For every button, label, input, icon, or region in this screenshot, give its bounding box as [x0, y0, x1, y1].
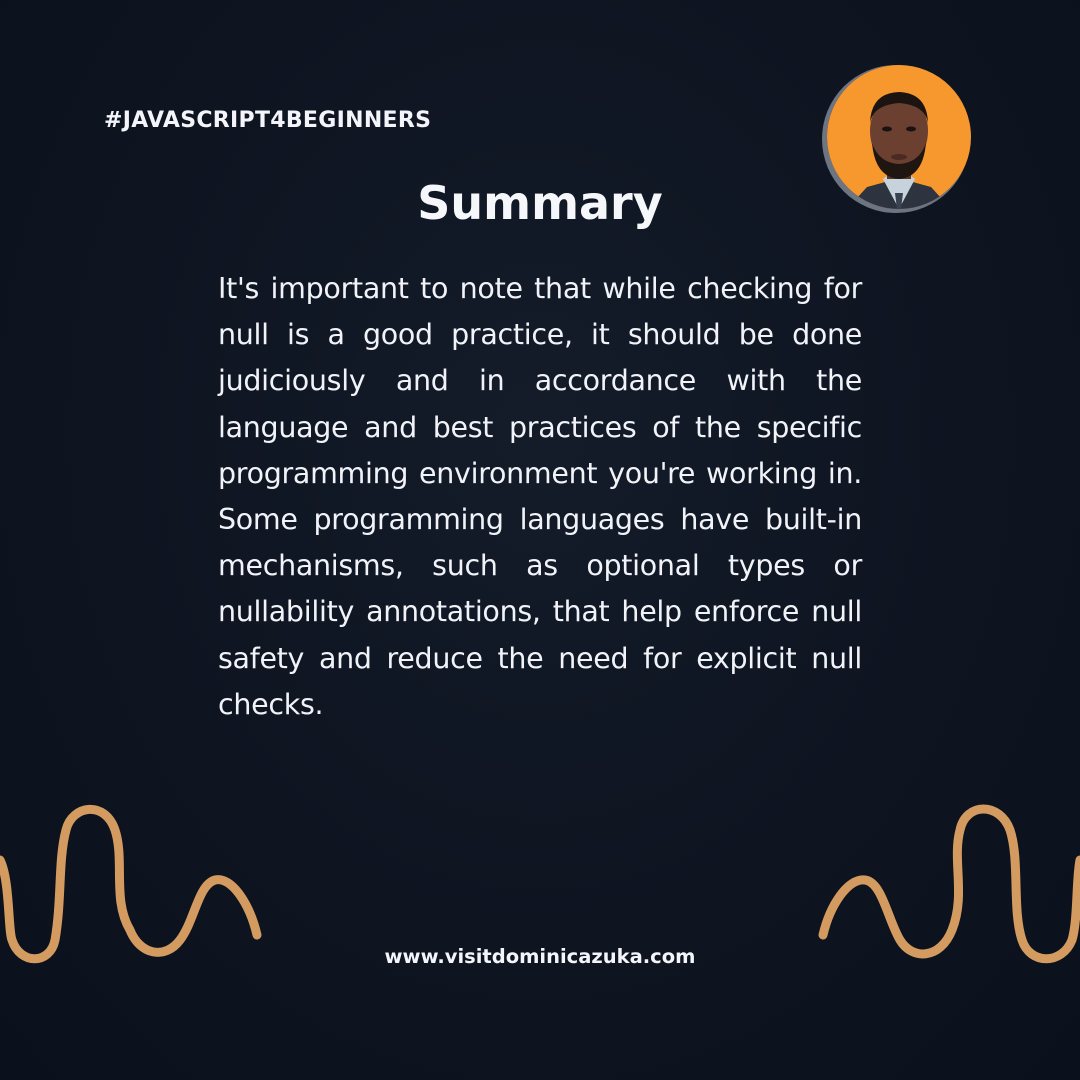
- page-title: Summary: [417, 176, 663, 230]
- summary-paragraph: It's important to note that while checki…: [218, 272, 862, 721]
- hashtag-label: #JAVASCRIPT4BEGINNERS: [104, 108, 432, 133]
- website-link[interactable]: www.visitdominicazuka.com: [0, 945, 1080, 968]
